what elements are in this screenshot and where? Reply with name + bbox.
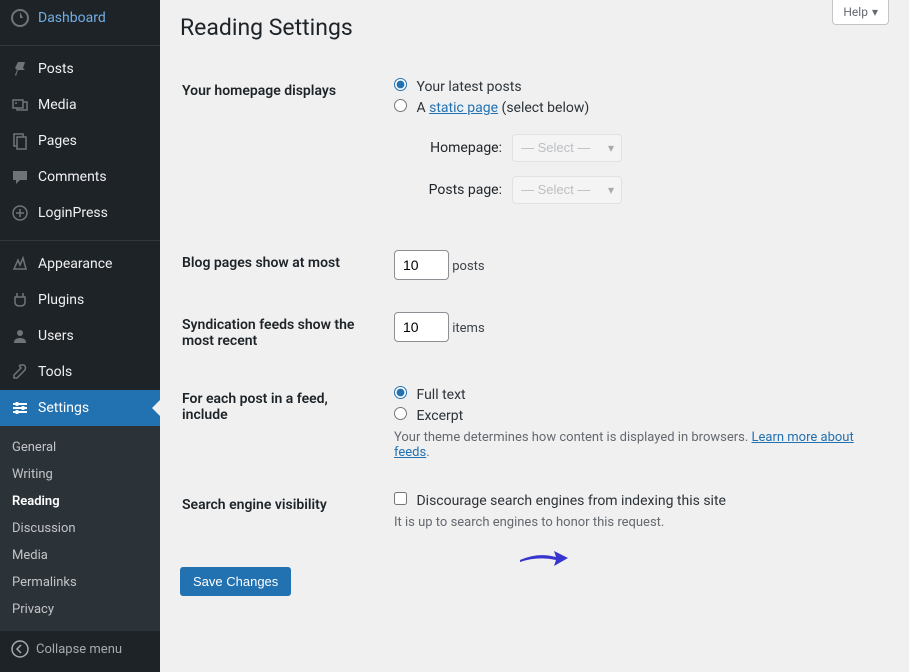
annotation-arrow xyxy=(518,548,568,568)
seo-description: It is up to search engines to honor this… xyxy=(394,515,877,530)
sidebar-item-users[interactable]: Users xyxy=(0,318,160,354)
radio-full-text[interactable] xyxy=(394,386,407,399)
sidebar-item-label: Plugins xyxy=(38,292,84,308)
help-tab[interactable]: Help ▾ xyxy=(832,0,889,25)
radio-excerpt-text: Excerpt xyxy=(416,408,463,424)
collapse-label: Collapse menu xyxy=(36,642,122,657)
checkbox-discourage-text: Discourage search engines from indexing … xyxy=(416,493,725,509)
radio-excerpt[interactable] xyxy=(394,407,407,420)
settings-form-table: Your homepage displays Your latest posts… xyxy=(180,61,889,547)
pages-icon xyxy=(10,131,30,151)
plugins-icon xyxy=(10,290,30,310)
radio-latest-posts-label[interactable]: Your latest posts xyxy=(394,78,877,95)
submenu-item-permalinks[interactable]: Permalinks xyxy=(0,569,160,596)
tools-icon xyxy=(10,362,30,382)
dashboard-icon xyxy=(10,8,30,28)
homepage-displays-label: Your homepage displays xyxy=(182,63,382,233)
submenu-item-discussion[interactable]: Discussion xyxy=(0,515,160,542)
sidebar-item-label: Posts xyxy=(38,61,74,77)
postspage-select-label: Posts page: xyxy=(412,182,502,198)
sidebar-item-label: LoginPress xyxy=(38,205,108,221)
sidebar-item-settings[interactable]: Settings xyxy=(0,390,160,426)
collapse-icon xyxy=(10,639,30,659)
radio-full-text-text: Full text xyxy=(416,387,465,403)
main-content: Help ▾ Reading Settings Your homepage di… xyxy=(160,0,909,672)
radio-static-suffix: (select below) xyxy=(498,100,589,116)
sidebar-item-label: Pages xyxy=(38,133,77,149)
postspage-select[interactable]: — Select — xyxy=(512,176,622,204)
submenu-item-privacy[interactable]: Privacy xyxy=(0,596,160,623)
sidebar-item-pages[interactable]: Pages xyxy=(0,123,160,159)
pushpin-icon xyxy=(10,59,30,79)
radio-static-page-label[interactable]: A static page (select below) xyxy=(394,99,877,116)
comments-icon xyxy=(10,167,30,187)
checkbox-discourage-search-engines[interactable] xyxy=(394,492,407,505)
save-changes-button[interactable]: Save Changes xyxy=(180,567,291,596)
feed-include-label: For each post in a feed, include xyxy=(182,371,382,475)
sidebar-item-tools[interactable]: Tools xyxy=(0,354,160,390)
help-label: Help xyxy=(843,5,868,19)
sidebar-item-comments[interactable]: Comments xyxy=(0,159,160,195)
syndication-items-input[interactable] xyxy=(394,312,449,342)
sidebar-item-label: Media xyxy=(38,97,77,113)
appearance-icon xyxy=(10,254,30,274)
submenu-item-reading[interactable]: Reading xyxy=(0,488,160,515)
page-title: Reading Settings xyxy=(180,14,889,41)
static-page-link[interactable]: static page xyxy=(429,100,498,116)
radio-full-text-label[interactable]: Full text xyxy=(394,386,877,403)
feed-desc-suffix: . xyxy=(426,445,429,460)
items-suffix: items xyxy=(452,321,484,336)
homepage-select-label: Homepage: xyxy=(412,140,502,156)
submenu-item-general[interactable]: General xyxy=(0,434,160,461)
loginpress-icon xyxy=(10,203,30,223)
sidebar-item-label: Tools xyxy=(38,364,72,380)
settings-submenu: General Writing Reading Discussion Media… xyxy=(0,426,160,631)
media-icon xyxy=(10,95,30,115)
sidebar-separator xyxy=(0,41,160,46)
posts-suffix: posts xyxy=(452,259,484,274)
sidebar-item-appearance[interactable]: Appearance xyxy=(0,246,160,282)
radio-latest-posts[interactable] xyxy=(394,78,407,91)
sidebar-separator xyxy=(0,236,160,241)
collapse-menu-button[interactable]: Collapse menu xyxy=(0,631,160,667)
sidebar-item-label: Comments xyxy=(38,169,107,185)
homepage-select[interactable]: — Select — xyxy=(512,134,622,162)
chevron-down-icon: ▾ xyxy=(872,5,878,19)
sidebar-item-loginpress[interactable]: LoginPress xyxy=(0,195,160,231)
sidebar-item-posts[interactable]: Posts xyxy=(0,51,160,87)
sidebar-item-media[interactable]: Media xyxy=(0,87,160,123)
sidebar-item-label: Appearance xyxy=(38,256,112,272)
seo-visibility-label: Search engine visibility xyxy=(182,477,382,545)
syndication-label: Syndication feeds show the most recent xyxy=(182,297,382,369)
sidebar-item-label: Dashboard xyxy=(38,10,106,26)
static-page-options: Homepage: — Select — Posts page: — Selec… xyxy=(412,134,877,204)
checkbox-discourage-label[interactable]: Discourage search engines from indexing … xyxy=(394,492,877,509)
radio-latest-text: Your latest posts xyxy=(416,79,521,95)
feed-description: Your theme determines how content is dis… xyxy=(394,430,877,460)
posts-per-page-input[interactable] xyxy=(394,250,449,280)
sidebar-item-dashboard[interactable]: Dashboard xyxy=(0,0,160,36)
radio-static-page[interactable] xyxy=(394,99,407,112)
radio-static-prefix: A xyxy=(416,100,429,116)
settings-icon xyxy=(10,398,30,418)
sidebar-item-plugins[interactable]: Plugins xyxy=(0,282,160,318)
feed-desc-prefix: Your theme determines how content is dis… xyxy=(394,430,752,445)
admin-sidebar: Dashboard Posts Media Pages Comments Log… xyxy=(0,0,160,672)
radio-excerpt-label[interactable]: Excerpt xyxy=(394,407,877,424)
blog-pages-label: Blog pages show at most xyxy=(182,235,382,295)
users-icon xyxy=(10,326,30,346)
sidebar-item-label: Users xyxy=(38,328,74,344)
sidebar-item-label: Settings xyxy=(38,400,89,416)
submenu-item-media[interactable]: Media xyxy=(0,542,160,569)
submenu-item-writing[interactable]: Writing xyxy=(0,461,160,488)
